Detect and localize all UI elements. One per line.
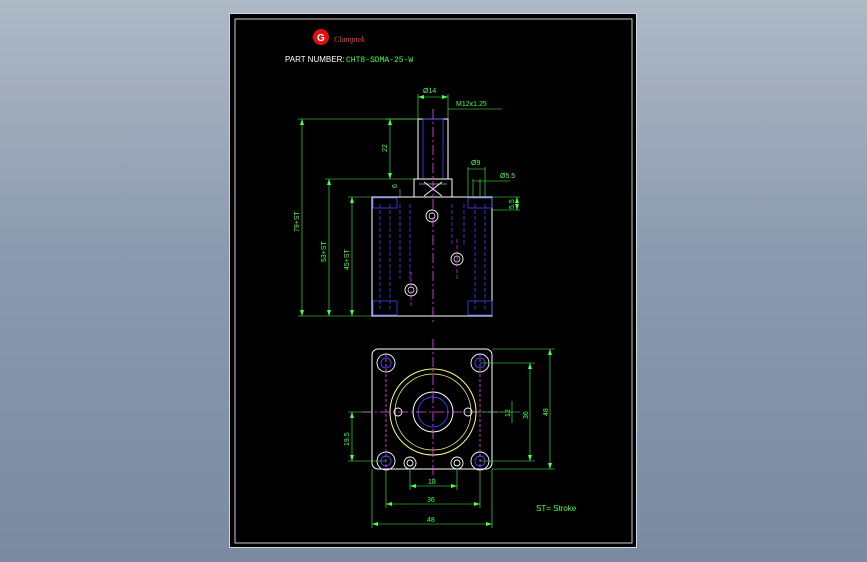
dim-rod-diameter: Ø14: [423, 88, 436, 95]
top-centerlines: [362, 339, 505, 482]
front-dimension-lines: [298, 94, 520, 317]
top-dimension-arrows: [350, 349, 552, 526]
stroke-note: ST= Stroke: [536, 504, 577, 513]
part-number-label: PART NUMBER:: [285, 55, 345, 64]
svg-text:G: G: [317, 33, 325, 44]
dim-counterbore: Ø9: [471, 160, 480, 167]
dim-overall-height: 79+ST: [294, 210, 301, 232]
front-dimension-arrows: [300, 95, 519, 316]
mounting-bores: [372, 197, 493, 316]
dim-collar-height: 6: [392, 184, 399, 188]
dim-rod-length: 22: [382, 144, 389, 152]
dim-port-pitch: 18: [428, 479, 436, 486]
brand-logo: G: [313, 29, 329, 45]
drawing-sheet: G Clamptek PART NUMBER: CHT8-SDMA-25-W Ø…: [229, 13, 637, 548]
dim-rod-thread: M12x1.25: [456, 101, 487, 108]
dim-port-spacing: 12: [505, 409, 512, 417]
dim-collar-to-base: 53+ST: [321, 240, 328, 262]
top-dimension-lines: [348, 348, 555, 528]
dim-counterbore-depth: 5.5: [509, 199, 516, 209]
part-number-value: CHT8-SDMA-25-W: [346, 56, 413, 65]
dim-center-offset: 19.5: [344, 432, 351, 446]
dim-body-height: 45+ST: [344, 248, 351, 270]
dim-body-width-vertical: 48: [543, 408, 550, 416]
technical-drawing: G Clamptek PART NUMBER: CHT8-SDMA-25-W Ø…: [234, 18, 633, 544]
dim-bolt-hole: Ø5.5: [500, 173, 515, 180]
brand-name: Clamptek: [334, 35, 365, 44]
cylinder-body: [371, 196, 493, 317]
dim-body-width-horizontal: 48: [427, 517, 435, 524]
port-upper: [425, 209, 439, 223]
dim-hole-pitch-horizontal: 36: [427, 497, 435, 504]
dim-hole-pitch-vertical: 36: [523, 411, 530, 419]
inner-frame: [234, 18, 633, 544]
